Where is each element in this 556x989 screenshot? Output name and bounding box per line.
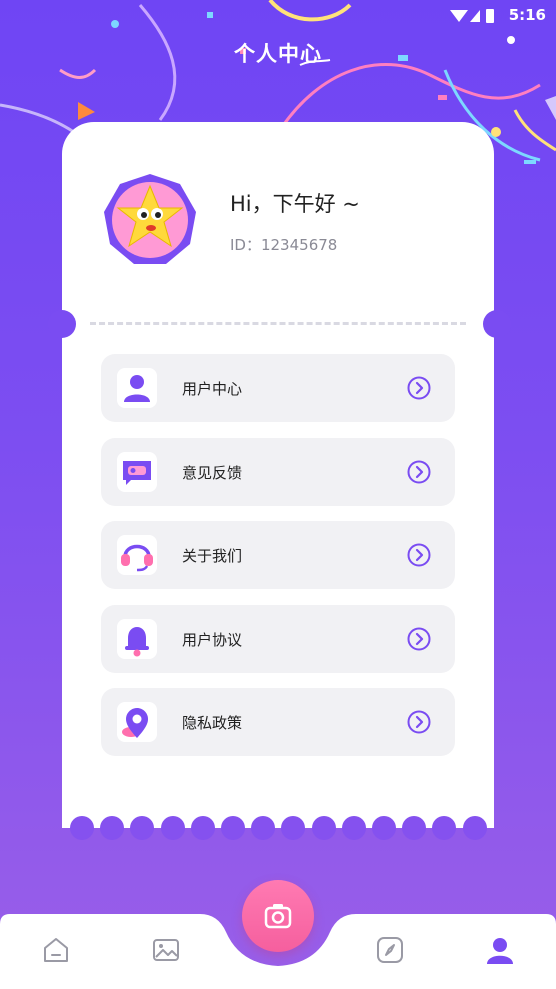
chevron-right-icon [407, 543, 431, 567]
scallop [251, 816, 276, 840]
menu-item-about-us[interactable]: 关于我们 [101, 521, 455, 589]
location-pin-icon [117, 702, 157, 742]
menu-item-label: 意见反馈 [182, 463, 243, 482]
greeting-text: Hi，下午好 ~ [230, 192, 360, 216]
menu-item-label: 用户中心 [182, 380, 243, 398]
scallop [190, 816, 215, 840]
scallop [372, 816, 396, 840]
scallop [70, 816, 94, 840]
menu-item-label: 用户协议 [182, 630, 243, 649]
bell-icon [117, 618, 157, 659]
gallery-icon[interactable] [150, 934, 182, 966]
user-icon [117, 368, 157, 408]
scallop [221, 816, 245, 840]
card-divider [90, 322, 466, 325]
chevron-right-icon [407, 460, 431, 483]
user-id: ID：12345678 [230, 236, 338, 254]
avatar[interactable] [102, 172, 198, 268]
scallop [341, 816, 366, 840]
feedback-icon [117, 451, 157, 492]
menu-item-privacy-policy[interactable]: 隐私政策 [101, 688, 455, 756]
menu-item-label: 关于我们 [182, 547, 243, 565]
compass-icon[interactable] [374, 934, 406, 966]
status-bar: 5:16 [0, 0, 556, 32]
scallop [311, 816, 336, 840]
headset-icon [117, 535, 157, 575]
scallop [100, 816, 125, 840]
menu-item-user-center[interactable]: 用户中心 [101, 354, 455, 422]
scallop [160, 816, 185, 840]
scallop [432, 816, 457, 840]
camera-icon [264, 904, 292, 929]
menu-item-label: 隐私政策 [182, 714, 243, 732]
camera-button[interactable] [242, 880, 314, 952]
chevron-right-icon [407, 376, 431, 400]
scallop [281, 816, 306, 840]
menu-item-feedback[interactable]: 意见反馈 [101, 437, 455, 506]
page-title: 个人中心 [234, 42, 322, 66]
card-scalloped-edge [62, 816, 494, 840]
menu-list: 用户中心 意见反馈 关于我们 用户协议 隐私政策 [101, 354, 455, 772]
chevron-right-icon [407, 710, 431, 734]
menu-item-user-agreement[interactable]: 用户协议 [101, 604, 455, 673]
card-notch-right [483, 310, 511, 338]
profile-icon[interactable] [484, 934, 516, 966]
scallop [402, 816, 427, 840]
home-icon[interactable] [40, 934, 72, 966]
scallop [462, 816, 487, 840]
chevron-right-icon [407, 627, 431, 650]
scallop [130, 816, 155, 840]
status-time: 5:16 [508, 6, 546, 24]
card-notch-left [48, 310, 76, 338]
network-status-icons [450, 9, 494, 23]
